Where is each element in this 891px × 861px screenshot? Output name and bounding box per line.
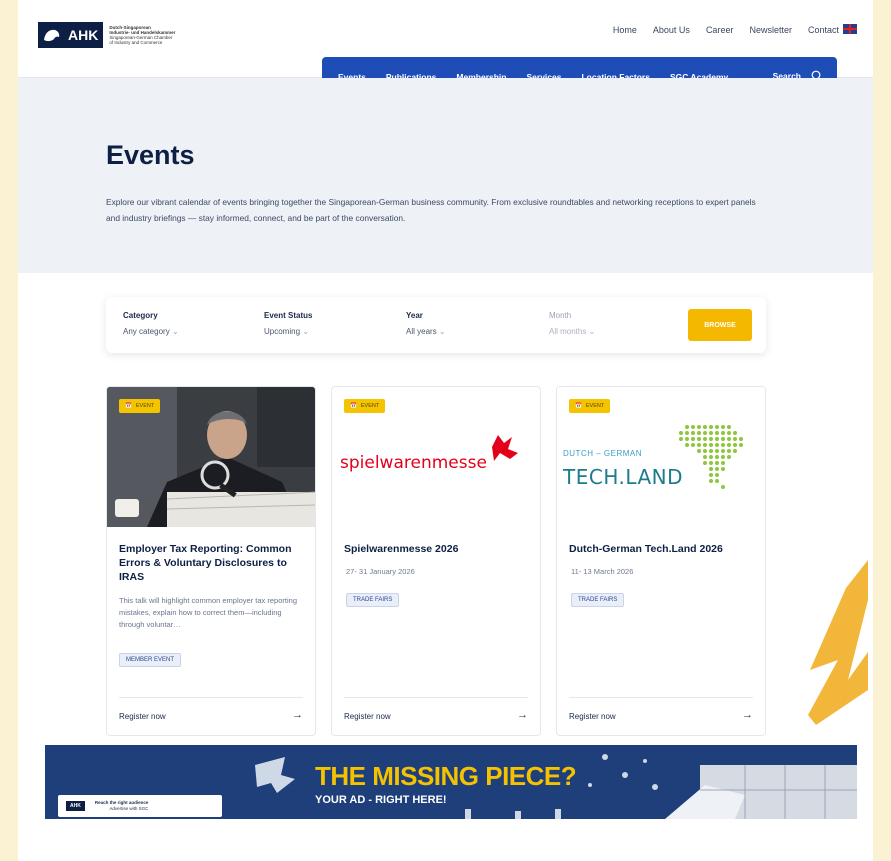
mini-text: Reach the right audience Advertise with … — [95, 800, 149, 812]
mini-logo: AHK — [66, 801, 85, 811]
ad-mini-card: AHK Reach the right audience Advertise w… — [58, 795, 222, 817]
filter-value: All months — [549, 327, 587, 336]
register-link[interactable]: Register now → — [569, 697, 753, 721]
register-label: Register now — [569, 712, 616, 721]
event-card[interactable]: 📅 EVENT Employer Tax Reporting: Common E… — [106, 386, 316, 736]
filter-label: Year — [406, 311, 423, 320]
event-title[interactable]: Dutch-German Tech.Land 2026 — [569, 542, 754, 556]
badge-label: EVENT — [360, 403, 380, 409]
filter-value: All years — [406, 327, 437, 336]
topnav-about[interactable]: About Us — [653, 25, 690, 35]
year-filter[interactable]: Year All years ⌄ — [406, 311, 446, 336]
logo-text: AHK — [66, 22, 104, 48]
event-title[interactable]: Employer Tax Reporting: Common Errors & … — [119, 542, 304, 584]
logo-line: of Industry and Commerce — [109, 40, 163, 46]
spielwarenmesse-wordmark: spielwarenmesse — [340, 453, 487, 473]
chevron-down-icon: ⌄ — [588, 327, 596, 336]
event-card[interactable]: spielwarenmesse 📅 EVENT Spielwarenmesse … — [331, 386, 541, 736]
filter-value: Any category — [123, 327, 170, 336]
event-badge: 📅 EVENT — [119, 399, 161, 413]
topnav-home[interactable]: Home — [613, 25, 637, 35]
ad-banner[interactable]: THE MISSING PIECE? YOUR AD - RIGHT HERE!… — [45, 745, 857, 819]
year-select[interactable]: All years ⌄ — [406, 327, 446, 336]
event-tag: TRADE FAIRS — [571, 593, 625, 607]
filter-bar: Category Any category ⌄ Event Status Upc… — [106, 297, 766, 353]
event-tag: TRADE FAIRS — [346, 593, 400, 607]
badge-label: EVENT — [135, 403, 155, 409]
hero-description: Explore our vibrant calendar of events b… — [106, 197, 756, 223]
arrow-right-icon: → — [292, 709, 303, 721]
event-badge: 📅 EVENT — [569, 399, 611, 413]
ad-subline: YOUR AD - RIGHT HERE! — [315, 794, 447, 806]
category-filter[interactable]: Category Any category ⌄ — [123, 311, 179, 336]
ad-headline: THE MISSING PIECE? — [315, 761, 577, 791]
hero-section: Events Explore our vibrant calendar of e… — [18, 78, 873, 273]
calendar-icon: 📅 — [350, 403, 357, 409]
category-select[interactable]: Any category ⌄ — [123, 327, 179, 336]
mini-line1: Reach the right audience — [94, 800, 149, 805]
pointer-arrow-overlay — [808, 560, 868, 725]
event-tag: MEMBER EVENT — [119, 653, 182, 667]
filter-label: Event Status — [264, 311, 313, 320]
chevron-down-icon: ⌄ — [438, 327, 446, 336]
event-date: 27- 31 January 2026 — [346, 567, 415, 576]
topnav-newsletter[interactable]: Newsletter — [749, 25, 792, 35]
month-filter[interactable]: Month All months ⌄ — [549, 311, 595, 336]
browse-button[interactable]: BROWSE — [688, 309, 752, 341]
topnav-contact[interactable]: Contact — [808, 25, 839, 35]
status-filter[interactable]: Event Status Upcoming ⌄ — [264, 311, 312, 336]
event-description: This talk will highlight common employer… — [119, 596, 297, 629]
lion-icon — [38, 22, 66, 48]
techland-line1: DUTCH – GERMAN — [563, 449, 643, 458]
badge-label: EVENT — [585, 403, 605, 409]
uk-flag-icon[interactable] — [843, 24, 857, 34]
page-title: Events — [106, 140, 195, 170]
arrow-right-icon: → — [742, 709, 753, 721]
month-select[interactable]: All months ⌄ — [549, 327, 595, 336]
register-link[interactable]: Register now → — [119, 697, 303, 721]
filter-value: Upcoming — [264, 327, 301, 336]
techland-line2: TECH.LAND — [563, 465, 684, 489]
event-date: 11- 13 March 2026 — [571, 567, 634, 576]
event-badge: 📅 EVENT — [344, 399, 386, 413]
logo-subtitle: Dutch-Singaporean Industrie- und Handels… — [109, 25, 199, 46]
ahk-logo[interactable]: AHK Dutch-Singaporean Industrie- und Han… — [38, 22, 199, 48]
top-nav: Home About Us Career Newsletter Contact — [613, 25, 839, 35]
page: AHK Dutch-Singaporean Industrie- und Han… — [18, 0, 873, 861]
mini-line2: Advertise with SGC — [109, 806, 149, 811]
chevron-down-icon: ⌄ — [171, 327, 179, 336]
filter-label: Month — [549, 311, 572, 320]
calendar-icon: 📅 — [575, 403, 582, 409]
filter-label: Category — [123, 311, 158, 320]
event-card[interactable]: DUTCH – GERMAN TECH.LAND 📅 EVENT Dutch-G… — [556, 386, 766, 736]
calendar-icon: 📅 — [125, 403, 132, 409]
event-title[interactable]: Spielwarenmesse 2026 — [344, 542, 529, 556]
chevron-down-icon: ⌄ — [302, 327, 309, 336]
arrow-right-icon: → — [517, 709, 528, 721]
register-label: Register now — [344, 712, 391, 721]
topnav-career[interactable]: Career — [706, 25, 734, 35]
status-select[interactable]: Upcoming ⌄ — [264, 327, 312, 336]
register-link[interactable]: Register now → — [344, 697, 528, 721]
register-label: Register now — [119, 712, 166, 721]
